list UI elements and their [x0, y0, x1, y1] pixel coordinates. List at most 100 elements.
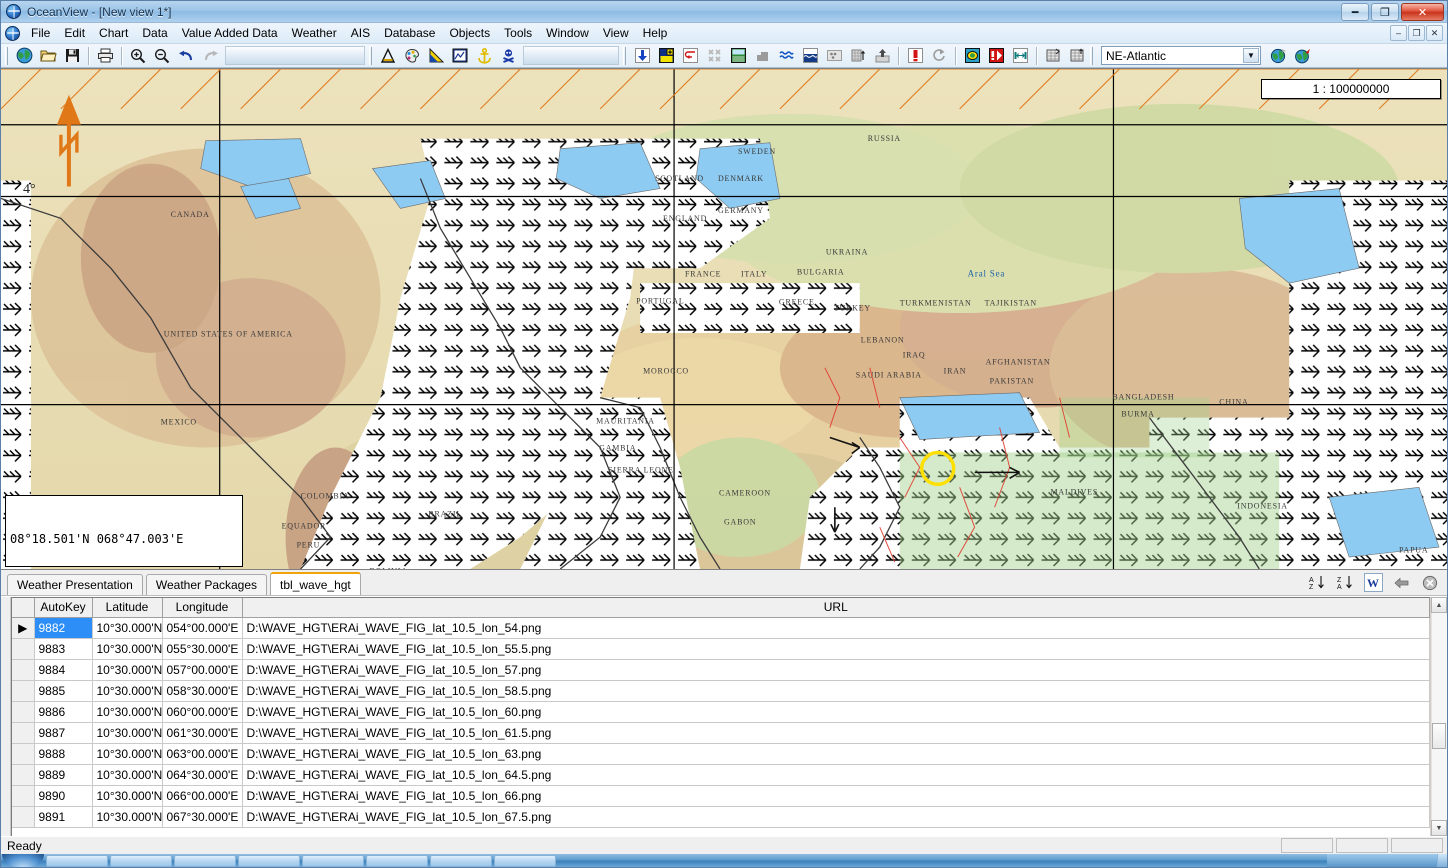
scroll-down-button[interactable]: ▼	[1431, 820, 1447, 836]
row-marker[interactable]	[12, 806, 35, 828]
export-word-button[interactable]: W	[1364, 573, 1383, 592]
start-orb-icon[interactable]	[2, 854, 44, 867]
table-row[interactable]: 9890 10°30.000'N 066°00.000'E D:\WAVE_HGT\E…	[12, 785, 1430, 807]
cell-url[interactable]: D:\WAVE_HGT\ERAi_WAVE_FIG_lat_10.5_lon_5…	[242, 680, 1430, 702]
cell-autokey[interactable]: 9882	[34, 617, 93, 639]
menu-item-ais[interactable]: AIS	[344, 24, 377, 42]
table-row[interactable]: 9886 10°30.000'N 060°00.000'E D:\WAVE_HGT\E…	[12, 701, 1430, 723]
add-weather-package-button[interactable]	[654, 45, 678, 67]
tide-table-button[interactable]	[846, 45, 870, 67]
col-autokey[interactable]: AutoKey	[34, 598, 93, 618]
cell-latitude[interactable]: 10°30.000'N	[92, 764, 163, 786]
menu-item-database[interactable]: Database	[377, 24, 442, 42]
cell-url[interactable]: D:\WAVE_HGT\ERAi_WAVE_FIG_lat_10.5_lon_6…	[242, 764, 1430, 786]
cell-longitude[interactable]: 063°00.000'E	[162, 743, 243, 765]
cell-autokey[interactable]: 9886	[34, 701, 93, 723]
cell-autokey[interactable]: 9888	[34, 743, 93, 765]
globe-pin-button[interactable]	[1290, 45, 1314, 67]
back-button[interactable]	[1392, 573, 1411, 592]
region-select[interactable]: NE-Atlantic ▼	[1101, 46, 1261, 65]
window-minimize-button[interactable]: ━	[1341, 3, 1369, 21]
sort-ascending-button[interactable]: A Z	[1308, 573, 1327, 592]
cell-latitude[interactable]: 10°30.000'N	[92, 680, 163, 702]
menu-item-edit[interactable]: Edit	[57, 24, 92, 42]
show-desktop-button[interactable]	[1437, 854, 1447, 867]
cell-autokey[interactable]: 9887	[34, 722, 93, 744]
shrink-button[interactable]	[702, 45, 726, 67]
table-row[interactable]: 9885 10°30.000'N 058°30.000'E D:\WAVE_HGT\E…	[12, 680, 1430, 702]
palette-button[interactable]	[400, 45, 424, 67]
cell-longitude[interactable]: 061°30.000'E	[162, 722, 243, 744]
row-marker[interactable]	[12, 638, 35, 660]
cell-url[interactable]: D:\WAVE_HGT\ERAi_WAVE_FIG_lat_10.5_lon_6…	[242, 743, 1430, 765]
col-latitude[interactable]: Latitude	[92, 598, 163, 618]
cell-autokey[interactable]: 9884	[34, 659, 93, 681]
taskbar-item-3[interactable]	[174, 854, 236, 867]
scroll-thumb[interactable]	[1432, 723, 1446, 749]
menu-item-window[interactable]: Window	[539, 24, 596, 42]
cell-autokey[interactable]: 9890	[34, 785, 93, 807]
cell-longitude[interactable]: 060°00.000'E	[162, 701, 243, 723]
table-row[interactable]: 9883 10°30.000'N 055°30.000'E D:\WAVE_HGT\E…	[12, 638, 1430, 660]
upload-button[interactable]	[870, 45, 894, 67]
window-close-button[interactable]: ✕	[1401, 3, 1444, 21]
col-rowmark[interactable]	[12, 598, 35, 618]
taskbar-item-2[interactable]	[110, 854, 172, 867]
row-marker[interactable]: ▶	[12, 617, 35, 639]
toolbar-grip[interactable]	[369, 46, 373, 65]
toolbar-grip[interactable]	[5, 46, 9, 65]
cell-latitude[interactable]: 10°30.000'N	[92, 785, 163, 807]
col-longitude[interactable]: Longitude	[162, 598, 243, 618]
chevron-down-icon[interactable]: ▼	[1243, 48, 1259, 63]
print-button[interactable]	[93, 45, 117, 67]
tab-weather-presentation[interactable]: Weather Presentation	[7, 574, 143, 595]
chart-notes-button[interactable]	[448, 45, 472, 67]
table-row[interactable]: 9889 10°30.000'N 064°30.000'E D:\WAVE_HGT\E…	[12, 764, 1430, 786]
save-button[interactable]	[60, 45, 84, 67]
grid-vertical-scrollbar[interactable]: ▲ ▼	[1430, 597, 1447, 836]
taskbar-item-6[interactable]	[366, 854, 428, 867]
col-url[interactable]: URL	[242, 598, 1430, 618]
cell-latitude[interactable]: 10°30.000'N	[92, 638, 163, 660]
menu-item-tools[interactable]: Tools	[497, 24, 539, 42]
table-row[interactable]: 9884 10°30.000'N 057°00.000'E D:\WAVE_HGT\E…	[12, 659, 1430, 681]
menu-item-help[interactable]: Help	[636, 24, 675, 42]
chart-map-view[interactable]: 4° 1 : 100000000 08°18.501'N 068°47.003'…	[1, 68, 1447, 570]
mdi-close-button[interactable]: ✕	[1426, 25, 1443, 41]
cell-url[interactable]: D:\WAVE_HGT\ERAi_WAVE_FIG_lat_10.5_lon_5…	[242, 638, 1430, 660]
cell-autokey[interactable]: 9883	[34, 638, 93, 660]
grid-import-button[interactable]	[1065, 45, 1089, 67]
menu-item-weather[interactable]: Weather	[285, 24, 344, 42]
row-marker[interactable]	[12, 680, 35, 702]
cell-latitude[interactable]: 10°30.000'N	[92, 806, 163, 828]
menu-item-data[interactable]: Data	[135, 24, 174, 42]
system-tray[interactable]	[1327, 854, 1447, 867]
taskbar-item-5[interactable]	[302, 854, 364, 867]
row-marker[interactable]	[12, 659, 35, 681]
cell-url[interactable]: D:\WAVE_HGT\ERAi_WAVE_FIG_lat_10.5_lon_5…	[242, 617, 1430, 639]
cell-url[interactable]: D:\WAVE_HGT\ERAi_WAVE_FIG_lat_10.5_lon_6…	[242, 701, 1430, 723]
menu-item-view[interactable]: View	[596, 24, 636, 42]
scroll-up-button[interactable]: ▲	[1431, 597, 1447, 613]
cell-latitude[interactable]: 10°30.000'N	[92, 701, 163, 723]
taskbar-item-7[interactable]	[430, 854, 492, 867]
alert-button[interactable]	[984, 45, 1008, 67]
toolbar-grip[interactable]	[1090, 46, 1094, 65]
anchor-button[interactable]	[472, 45, 496, 67]
row-marker[interactable]	[12, 743, 35, 765]
window-maximize-button[interactable]: ❐	[1371, 3, 1399, 21]
close-panel-button[interactable]	[1420, 573, 1439, 592]
cell-url[interactable]: D:\WAVE_HGT\ERAi_WAVE_FIG_lat_10.5_lon_6…	[242, 785, 1430, 807]
row-marker[interactable]	[12, 701, 35, 723]
table-row[interactable]: 9891 10°30.000'N 067°30.000'E D:\WAVE_HGT\E…	[12, 806, 1430, 828]
taskbar-item-8[interactable]	[494, 854, 556, 867]
taskbar-item-1[interactable]	[46, 854, 108, 867]
undo-button[interactable]	[174, 45, 198, 67]
refresh-button[interactable]	[927, 45, 951, 67]
cell-latitude[interactable]: 10°30.000'N	[92, 617, 163, 639]
track-button[interactable]	[1008, 45, 1032, 67]
download-weather-button[interactable]	[630, 45, 654, 67]
tab-weather-packages[interactable]: Weather Packages	[145, 574, 268, 595]
toolbar-grip[interactable]	[623, 46, 627, 65]
row-marker[interactable]	[12, 722, 35, 744]
